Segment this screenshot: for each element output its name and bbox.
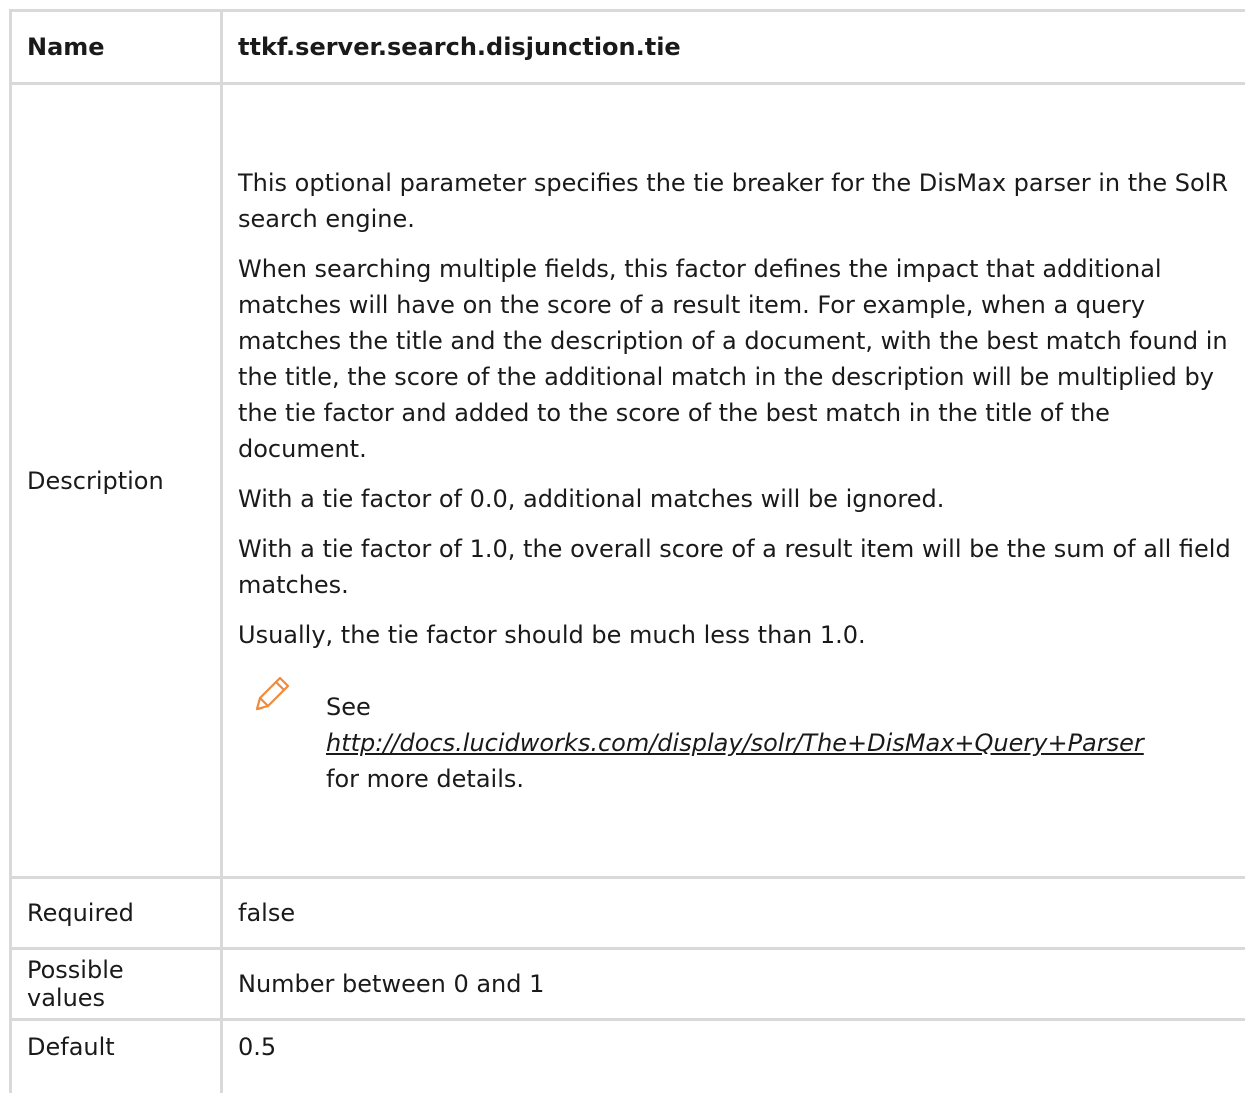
note-prefix: See	[326, 689, 1236, 725]
required-label: Required	[11, 878, 222, 949]
note-text: See http://docs.lucidworks.com/display/s…	[326, 673, 1236, 797]
description-paragraph: With a tie factor of 1.0, the overall sc…	[238, 531, 1236, 603]
description-paragraph: This optional parameter specifies the ti…	[238, 165, 1236, 237]
description-cell: This optional parameter specifies the ti…	[222, 84, 1245, 878]
parameter-name: ttkf.server.search.disjunction.tie	[222, 11, 1245, 84]
note-suffix: for more details.	[326, 761, 1236, 797]
description-paragraph: With a tie factor of 0.0, additional mat…	[238, 481, 1236, 517]
default-row: Default 0.5	[11, 1020, 1245, 1093]
description-row: Description This optional parameter spec…	[11, 84, 1245, 878]
default-value: 0.5	[222, 1020, 1245, 1093]
description-paragraph: When searching multiple fields, this fac…	[238, 251, 1236, 467]
required-row: Required false	[11, 878, 1245, 949]
possible-values-row: Possible values Number between 0 and 1	[11, 949, 1245, 1020]
pencil-icon	[251, 673, 303, 725]
possible-values-label: Possible values	[11, 949, 222, 1020]
description-paragraph: Usually, the tie factor should be much l…	[238, 617, 1236, 653]
dismax-docs-link[interactable]: http://docs.lucidworks.com/display/solr/…	[326, 729, 1144, 757]
name-row: Name ttkf.server.search.disjunction.tie	[11, 11, 1245, 84]
required-value: false	[222, 878, 1245, 949]
note-block: See http://docs.lucidworks.com/display/s…	[238, 673, 1236, 797]
possible-values-value: Number between 0 and 1	[222, 949, 1245, 1020]
description-label: Description	[11, 84, 222, 878]
name-label: Name	[11, 11, 222, 84]
default-label: Default	[11, 1020, 222, 1093]
parameter-table: Name ttkf.server.search.disjunction.tie …	[9, 9, 1245, 1093]
